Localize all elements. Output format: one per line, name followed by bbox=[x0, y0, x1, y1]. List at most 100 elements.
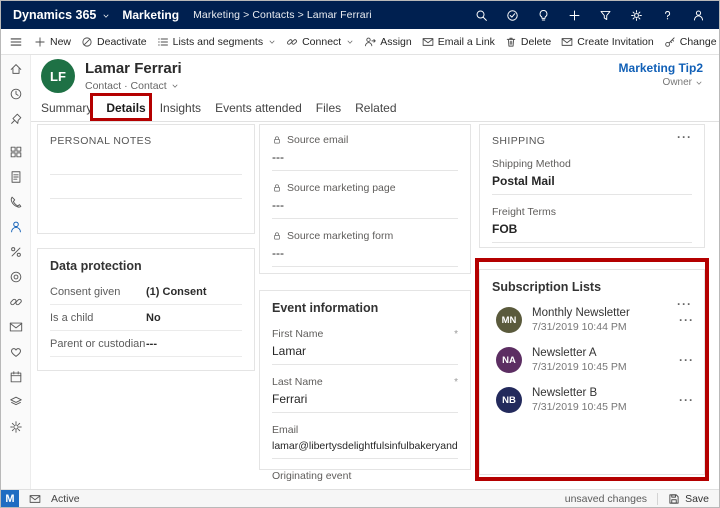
sidebar-item-contacts[interactable] bbox=[5, 219, 27, 235]
field-value: --- bbox=[272, 242, 458, 267]
envelope-icon[interactable] bbox=[29, 493, 41, 505]
subscription-lists-title: Subscription Lists bbox=[492, 280, 602, 294]
subscription-list-item[interactable]: NB Newsletter B 7/31/2019 10:45 PM ··· bbox=[480, 380, 704, 420]
help-icon[interactable] bbox=[658, 4, 676, 26]
tab-summary[interactable]: Summary bbox=[39, 97, 94, 121]
field-value: --- bbox=[272, 482, 458, 489]
source-fields-card: Source email --- Source marketing page -… bbox=[259, 124, 471, 274]
source-marketing-page-field[interactable]: Source marketing page --- bbox=[272, 175, 458, 219]
owner-link[interactable]: Marketing Tip2 bbox=[619, 61, 703, 75]
dynamics-365-brand[interactable]: Dynamics 365 bbox=[13, 8, 96, 22]
envelope-icon bbox=[561, 36, 573, 48]
contact-avatar: LF bbox=[41, 59, 75, 93]
shipping-more-button[interactable]: ··· bbox=[677, 131, 692, 143]
source-email-field[interactable]: Source email --- bbox=[272, 127, 458, 171]
save-button[interactable]: Save bbox=[668, 493, 719, 505]
tab-events-attended[interactable]: Events attended bbox=[213, 97, 304, 121]
tab-insights[interactable]: Insights bbox=[158, 97, 203, 121]
calendar-icon bbox=[9, 370, 23, 384]
record-type[interactable]: Contact · Contact bbox=[85, 80, 182, 92]
breadcrumb[interactable]: Marketing > Contacts > Lamar Ferrari bbox=[193, 9, 372, 21]
field-label: Source marketing page bbox=[287, 182, 396, 194]
divider bbox=[657, 492, 659, 505]
form-tabs: Summary Details Insights Events attended… bbox=[31, 97, 719, 122]
sidebar-item-settings[interactable] bbox=[5, 419, 27, 435]
search-icon[interactable] bbox=[472, 4, 490, 26]
sidebar-item-recent[interactable] bbox=[5, 86, 27, 102]
subscription-item-more-button[interactable]: ··· bbox=[679, 313, 694, 327]
subscription-lists-more-button[interactable]: ··· bbox=[677, 298, 692, 310]
notes-line[interactable] bbox=[50, 151, 242, 175]
filter-icon[interactable] bbox=[596, 4, 614, 26]
tab-related[interactable]: Related bbox=[353, 97, 398, 121]
lists-and-segments-button[interactable]: Lists and segments bbox=[152, 29, 281, 54]
first-name-field[interactable]: First Name * Lamar bbox=[272, 321, 458, 365]
subscription-item-more-button[interactable]: ··· bbox=[679, 353, 694, 367]
sidebar-item-activities[interactable] bbox=[5, 169, 27, 185]
originating-event-field[interactable]: Originating event --- bbox=[272, 463, 458, 489]
field-value: --- bbox=[272, 146, 458, 171]
sidebar-item-dashboards[interactable] bbox=[5, 144, 27, 160]
lightbulb-icon[interactable] bbox=[534, 4, 552, 26]
sidebar-item-tasks[interactable] bbox=[5, 394, 27, 410]
field-label: Last Name bbox=[272, 376, 323, 388]
document-icon bbox=[9, 170, 23, 184]
sidebar-item-marketing-emails[interactable] bbox=[5, 319, 27, 335]
subscription-list-item[interactable]: NA Newsletter A 7/31/2019 10:45 PM ··· bbox=[480, 340, 704, 380]
sidebar-item-marketing-pages[interactable] bbox=[5, 344, 27, 360]
notes-line[interactable] bbox=[50, 175, 242, 199]
connect-button[interactable]: Connect bbox=[281, 29, 359, 54]
owner-field[interactable]: Owner bbox=[619, 77, 703, 88]
parent-or-custodian-row[interactable]: Parent or custodian --- bbox=[50, 331, 242, 357]
consent-given-row[interactable]: Consent given (1) Consent bbox=[50, 279, 242, 305]
field-label: Shipping Method bbox=[492, 158, 571, 170]
account-person-icon[interactable] bbox=[689, 4, 707, 26]
deactivate-button[interactable]: Deactivate bbox=[76, 29, 152, 54]
check-circle-icon[interactable] bbox=[503, 4, 521, 26]
shipping-method-field[interactable]: Shipping Method Postal Mail bbox=[492, 151, 692, 195]
sidebar-item-pinned[interactable] bbox=[5, 111, 27, 127]
event-information-card: Event information First Name * Lamar Last… bbox=[259, 290, 471, 489]
email-field[interactable]: Email lamar@libertysdelightfulsinfulbake… bbox=[272, 417, 458, 459]
source-marketing-form-field[interactable]: Source marketing form --- bbox=[272, 223, 458, 267]
tab-files[interactable]: Files bbox=[314, 97, 343, 121]
plus-icon[interactable] bbox=[565, 4, 583, 26]
new-label: New bbox=[50, 35, 72, 48]
subscription-date: 7/31/2019 10:44 PM bbox=[532, 321, 627, 333]
is-a-child-row[interactable]: Is a child No bbox=[50, 305, 242, 331]
personal-notes-title: PERSONAL NOTES bbox=[50, 135, 152, 147]
home-icon bbox=[9, 62, 23, 76]
data-protection-title: Data protection bbox=[50, 259, 142, 273]
last-name-field[interactable]: Last Name * Ferrari bbox=[272, 369, 458, 413]
sidebar-item-segments[interactable] bbox=[5, 269, 27, 285]
sidebar-item-customer-journeys[interactable] bbox=[5, 294, 27, 310]
freight-terms-field[interactable]: Freight Terms FOB bbox=[492, 199, 692, 243]
tab-details[interactable]: Details bbox=[104, 97, 148, 121]
delete-button[interactable]: Delete bbox=[500, 29, 556, 54]
lists-and-segments-label: Lists and segments bbox=[172, 35, 264, 48]
heart-icon bbox=[9, 345, 23, 359]
unsaved-changes-label: unsaved changes bbox=[564, 492, 648, 505]
column-2: Source email --- Source marketing page -… bbox=[259, 122, 471, 489]
sidebar-item-home[interactable] bbox=[5, 61, 27, 77]
lock-icon bbox=[272, 135, 282, 145]
new-button[interactable]: New bbox=[29, 29, 76, 54]
field-label: Parent or custodian bbox=[50, 337, 146, 350]
subscription-item-more-button[interactable]: ··· bbox=[679, 393, 694, 407]
owner-block: Marketing Tip2 Owner bbox=[619, 61, 703, 88]
data-protection-card: Data protection Consent given (1) Consen… bbox=[37, 248, 255, 371]
email-a-link-button[interactable]: Email a Link bbox=[417, 29, 500, 54]
subscription-list-item[interactable]: MN Monthly Newsletter 7/31/2019 10:44 PM… bbox=[480, 300, 704, 340]
field-label: Consent given bbox=[50, 285, 121, 298]
sidebar-item-events[interactable] bbox=[5, 369, 27, 385]
sidebar-item-leads[interactable] bbox=[5, 244, 27, 260]
gear-icon[interactable] bbox=[627, 4, 645, 26]
create-invitation-button[interactable]: Create Invitation bbox=[556, 29, 658, 54]
m-badge[interactable]: M bbox=[1, 489, 19, 507]
sidebar-item-phone-calls[interactable] bbox=[5, 194, 27, 210]
assign-button[interactable]: Assign bbox=[359, 29, 417, 54]
hamburger-menu-icon[interactable] bbox=[7, 35, 29, 49]
dynamics-365-window: Dynamics 365 Marketing Marketing > Conta… bbox=[0, 0, 720, 508]
app-name[interactable]: Marketing bbox=[122, 8, 179, 22]
change-password-button[interactable]: Change Password bbox=[659, 29, 719, 54]
